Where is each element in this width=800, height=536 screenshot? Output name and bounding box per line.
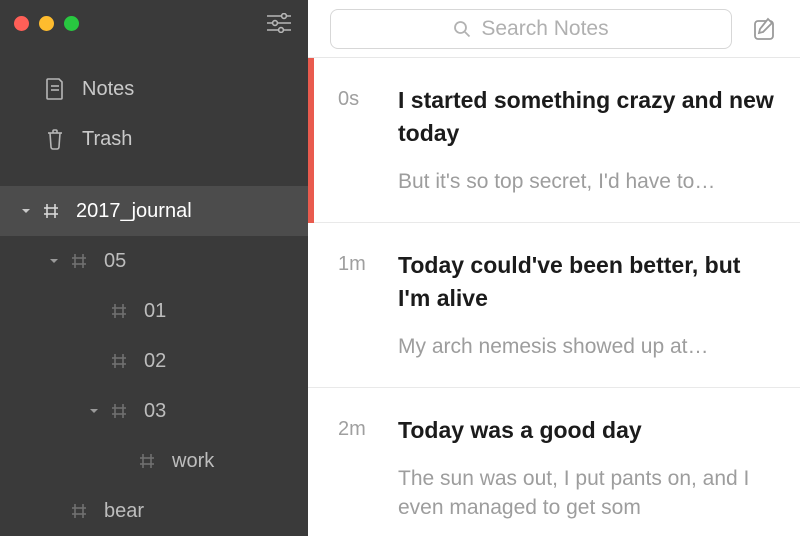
- hashtag-icon: [108, 350, 130, 372]
- sidebar: Notes Trash 2017_journal 05 01 02 03 work bear: [0, 0, 308, 536]
- chevron-down-icon[interactable]: [12, 205, 40, 217]
- tag-label: 01: [144, 300, 166, 323]
- note-item[interactable]: 0s I started something crazy and new toda…: [308, 58, 800, 223]
- traffic-lights: [14, 16, 79, 31]
- note-preview: The sun was out, I put pants on, and I e…: [398, 464, 774, 523]
- window-close-button[interactable]: [14, 16, 29, 31]
- tag-row[interactable]: 01: [0, 286, 308, 336]
- main-pane: Search Notes 0s I started something crazy…: [308, 0, 800, 536]
- hashtag-icon: [136, 450, 158, 472]
- tag-label: work: [172, 450, 214, 473]
- window-titlebar: [0, 0, 308, 46]
- search-input[interactable]: Search Notes: [330, 9, 732, 49]
- tag-label: 2017_journal: [76, 200, 192, 223]
- hashtag-icon: [108, 400, 130, 422]
- note-title: I started something crazy and new today: [398, 84, 774, 151]
- tag-label: 05: [104, 250, 126, 273]
- note-title: Today could've been better, but I'm aliv…: [398, 249, 774, 316]
- compose-icon: [752, 16, 778, 42]
- note-title: Today was a good day: [398, 414, 774, 447]
- window-zoom-button[interactable]: [64, 16, 79, 31]
- sliders-icon: [266, 13, 292, 33]
- note-time: 2m: [338, 418, 366, 441]
- chevron-down-icon[interactable]: [40, 255, 68, 267]
- tag-row[interactable]: bear: [0, 486, 308, 536]
- tag-label: 03: [144, 400, 166, 423]
- chevron-down-icon[interactable]: [80, 405, 108, 417]
- tag-row[interactable]: 2017_journal: [0, 186, 308, 236]
- tag-row[interactable]: 03: [0, 386, 308, 436]
- note-icon: [44, 78, 66, 100]
- note-preview: But it's so top secret, I'd have to…: [398, 167, 774, 196]
- tag-label: bear: [104, 500, 144, 523]
- hashtag-icon: [108, 300, 130, 322]
- toolbar: Search Notes: [308, 0, 800, 58]
- sidebar-item-label: Trash: [82, 128, 132, 151]
- tag-row[interactable]: 02: [0, 336, 308, 386]
- tag-row[interactable]: 05: [0, 236, 308, 286]
- search-icon: [453, 20, 471, 38]
- note-preview: My arch nemesis showed up at…: [398, 332, 774, 361]
- tag-tree: 2017_journal 05 01 02 03 work bear: [0, 186, 308, 536]
- note-list: 0s I started something crazy and new toda…: [308, 58, 800, 536]
- window-minimize-button[interactable]: [39, 16, 54, 31]
- preferences-button[interactable]: [264, 11, 294, 35]
- hashtag-icon: [40, 200, 62, 222]
- sidebar-item-notes[interactable]: Notes: [0, 64, 308, 114]
- note-time: 1m: [338, 253, 366, 276]
- trash-icon: [44, 128, 66, 150]
- note-item[interactable]: 1m Today could've been better, but I'm al…: [308, 223, 800, 388]
- note-item[interactable]: 2m Today was a good day The sun was out, I…: [308, 388, 800, 536]
- hashtag-icon: [68, 500, 90, 522]
- tag-row[interactable]: work: [0, 436, 308, 486]
- search-placeholder: Search Notes: [481, 17, 608, 41]
- sidebar-nav: Notes Trash: [0, 64, 308, 164]
- sidebar-item-trash[interactable]: Trash: [0, 114, 308, 164]
- tag-label: 02: [144, 350, 166, 373]
- sidebar-item-label: Notes: [82, 78, 134, 101]
- compose-button[interactable]: [746, 10, 784, 48]
- note-time: 0s: [338, 88, 359, 111]
- hashtag-icon: [68, 250, 90, 272]
